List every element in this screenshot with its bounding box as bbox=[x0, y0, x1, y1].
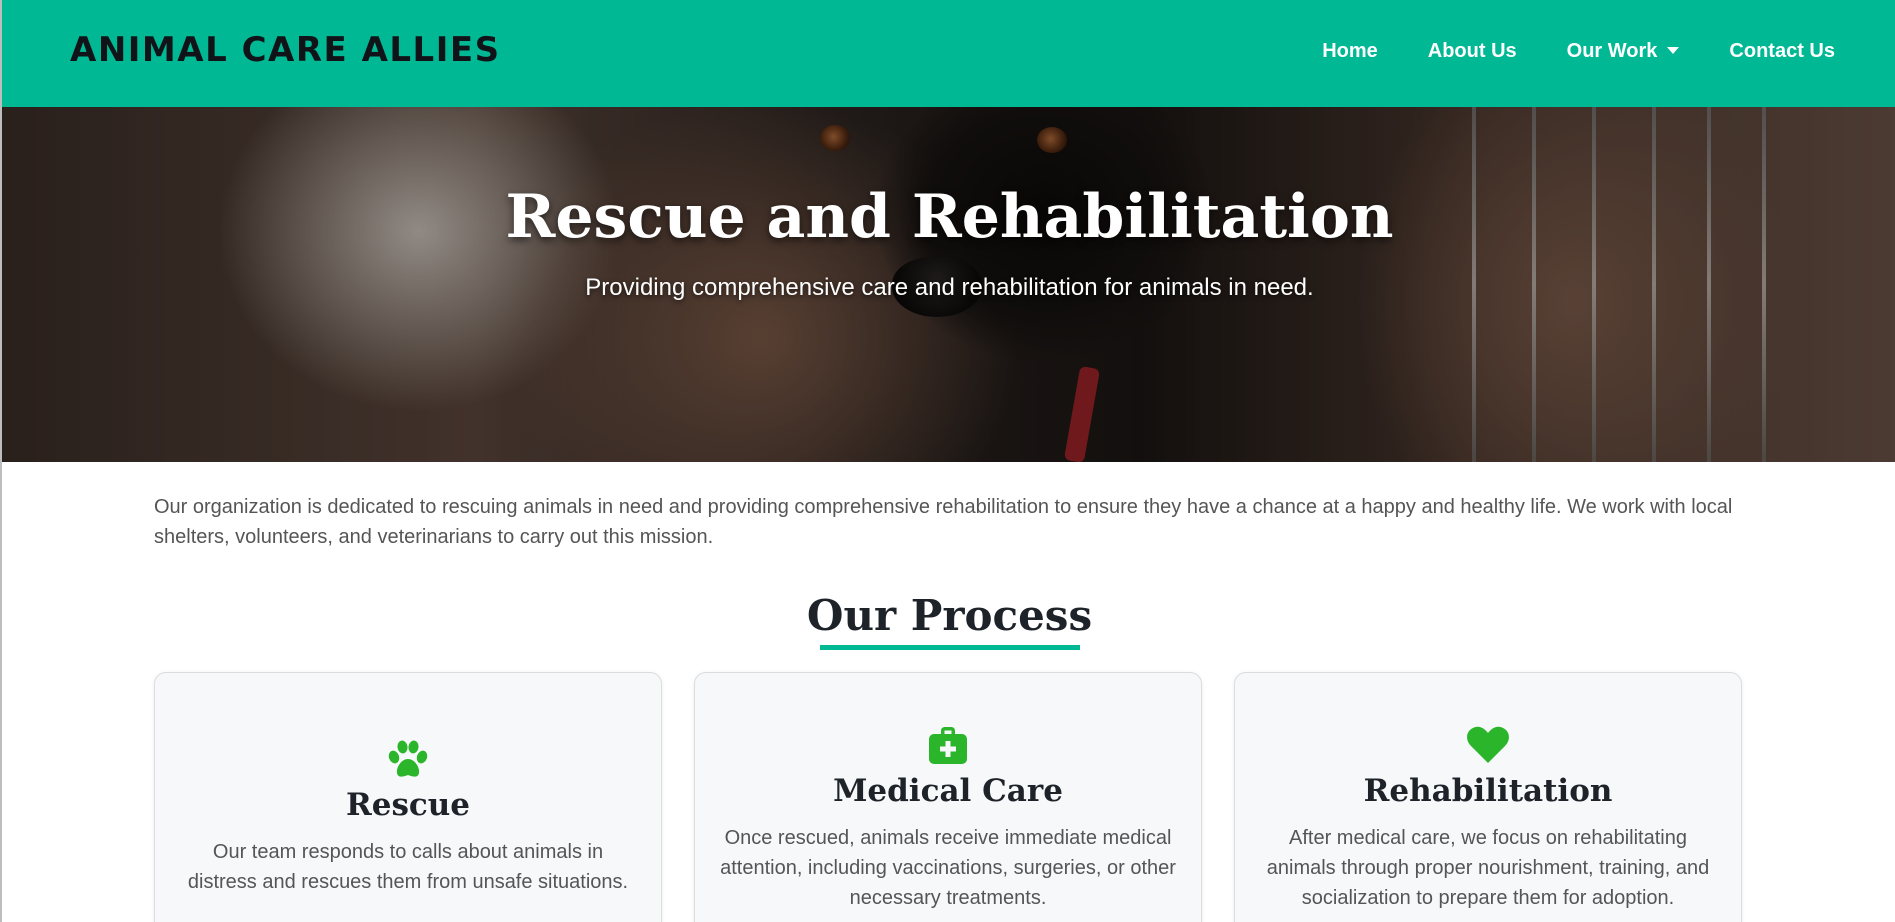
card-text: Our team responds to calls about animals… bbox=[187, 841, 629, 893]
nav-our-work-dropdown[interactable]: Our Work bbox=[1567, 40, 1680, 63]
navbar: ANIMAL CARE ALLIES Home About Us Our Wor… bbox=[2, 0, 1895, 107]
nav-about[interactable]: About Us bbox=[1428, 40, 1517, 63]
card-text: After medical care, we focus on rehabili… bbox=[1266, 827, 1710, 909]
medical-kit-icon bbox=[927, 725, 969, 770]
card-title: Rescue bbox=[345, 787, 471, 823]
nav-menu: Home About Us Our Work Contact Us bbox=[1322, 40, 1835, 63]
intro-paragraph: Our organization is dedicated to rescuin… bbox=[154, 496, 1733, 548]
card-title: Rehabilitation bbox=[1363, 773, 1613, 809]
section-title: Our Process bbox=[806, 591, 1093, 640]
process-card-rescue: Rescue Our team responds to calls about … bbox=[154, 672, 662, 922]
nav-home[interactable]: Home bbox=[1322, 40, 1378, 63]
process-card-medical: Medical Care Once rescued, animals recei… bbox=[694, 672, 1202, 922]
paw-icon bbox=[387, 740, 429, 785]
nav-contact[interactable]: Contact Us bbox=[1729, 40, 1835, 63]
page: ANIMAL CARE ALLIES Home About Us Our Wor… bbox=[0, 0, 1895, 922]
process-card-rehabilitation: Rehabilitation After medical care, we fo… bbox=[1234, 672, 1742, 922]
nav-our-work-label: Our Work bbox=[1566, 40, 1658, 62]
brand-logo[interactable]: ANIMAL CARE ALLIES bbox=[70, 30, 501, 70]
hero-title: Rescue and Rehabilitation bbox=[505, 182, 1394, 252]
card-title: Medical Care bbox=[833, 773, 1063, 809]
card-text: Once rescued, animals receive immediate … bbox=[720, 827, 1176, 909]
chevron-down-icon bbox=[1667, 47, 1680, 54]
hero-subtitle: Providing comprehensive care and rehabil… bbox=[585, 274, 1314, 301]
heart-icon bbox=[1466, 726, 1510, 769]
title-underline bbox=[820, 645, 1080, 650]
